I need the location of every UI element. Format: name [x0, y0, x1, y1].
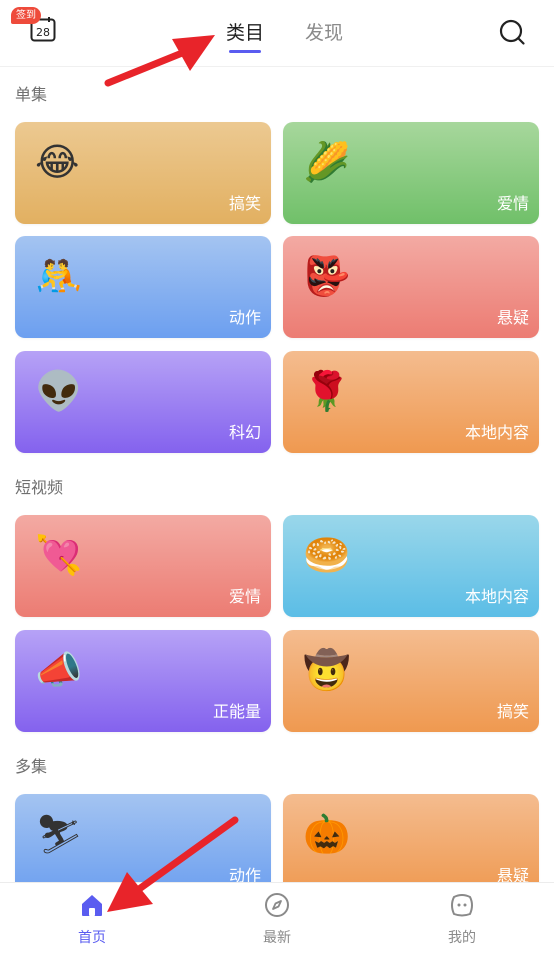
- nav-profile-label: 我的: [448, 930, 476, 946]
- card-label: 本地内容: [464, 423, 529, 442]
- profile-face-icon: [451, 894, 473, 917]
- category-content[interactable]: 单集 😂 搞笑 🌽 爱情 🤼 动作 👺 悬疑 👽 科幻 🌹 本地内容 短视频 💘…: [0, 67, 554, 882]
- skier-icon: ⛷: [35, 812, 84, 856]
- section-title-multi: 多集: [15, 757, 48, 776]
- card-multi-mystery[interactable]: 🎃 悬疑: [283, 794, 539, 882]
- megaphone-icon: 📣: [35, 648, 83, 692]
- card-multi-action[interactable]: ⛷ 动作: [15, 794, 271, 882]
- card-short-romance[interactable]: 💘 爱情: [15, 515, 271, 617]
- rose-icon: 🌹: [303, 369, 351, 413]
- calendar-day: 28: [36, 26, 50, 39]
- goblin-mask-icon: 👺: [303, 254, 351, 298]
- search-icon[interactable]: [498, 18, 526, 46]
- nav-home[interactable]: 首页: [32, 883, 152, 957]
- cowboy-face-icon: 🤠: [303, 648, 351, 692]
- active-tab-indicator: [229, 50, 261, 53]
- card-label: 悬疑: [496, 866, 529, 882]
- nav-profile[interactable]: 我的: [402, 883, 522, 957]
- card-single-comedy[interactable]: 😂 搞笑: [15, 122, 271, 224]
- card-single-romance[interactable]: 🌽 爱情: [283, 122, 539, 224]
- alien-icon: 👽: [35, 369, 83, 413]
- bottom-nav: 首页 最新 我的: [0, 882, 554, 957]
- tab-category[interactable]: 类目: [226, 18, 264, 45]
- pumpkin-icon: 🎃: [303, 812, 351, 856]
- card-single-action[interactable]: 🤼 动作: [15, 236, 271, 338]
- laughing-face-icon: 😂: [35, 140, 80, 184]
- card-single-mystery[interactable]: 👺 悬疑: [283, 236, 539, 338]
- top-header: 28 签到 类目 发现: [0, 0, 554, 67]
- card-single-scifi[interactable]: 👽 科幻: [15, 351, 271, 453]
- heart-arrow-icon: 💘: [35, 533, 83, 577]
- card-label: 爱情: [228, 587, 261, 606]
- section-title-short-video: 短视频: [15, 478, 64, 497]
- card-label: 悬疑: [496, 308, 529, 327]
- home-icon: [82, 895, 102, 916]
- card-single-local[interactable]: 🌹 本地内容: [283, 351, 539, 453]
- card-short-positive[interactable]: 📣 正能量: [15, 630, 271, 732]
- card-label: 正能量: [212, 702, 261, 721]
- card-label: 科幻: [228, 423, 261, 442]
- card-label: 搞笑: [496, 702, 529, 721]
- nav-latest[interactable]: 最新: [217, 883, 337, 957]
- bagel-icon: 🥯: [303, 533, 351, 577]
- nav-latest-label: 最新: [263, 930, 291, 946]
- compass-icon: [265, 893, 289, 917]
- card-label: 搞笑: [228, 194, 261, 213]
- wrestlers-icon: 🤼: [35, 254, 83, 298]
- checkin-badge[interactable]: 签到: [11, 7, 41, 24]
- tab-discover[interactable]: 发现: [305, 18, 343, 45]
- corn-icon: 🌽: [303, 140, 351, 184]
- card-label: 爱情: [496, 194, 529, 213]
- section-title-single: 单集: [15, 85, 48, 104]
- card-short-comedy[interactable]: 🤠 搞笑: [283, 630, 539, 732]
- card-label: 动作: [228, 308, 261, 327]
- nav-home-label: 首页: [78, 930, 106, 946]
- card-short-local[interactable]: 🥯 本地内容: [283, 515, 539, 617]
- card-label: 本地内容: [464, 587, 529, 606]
- card-label: 动作: [228, 866, 261, 882]
